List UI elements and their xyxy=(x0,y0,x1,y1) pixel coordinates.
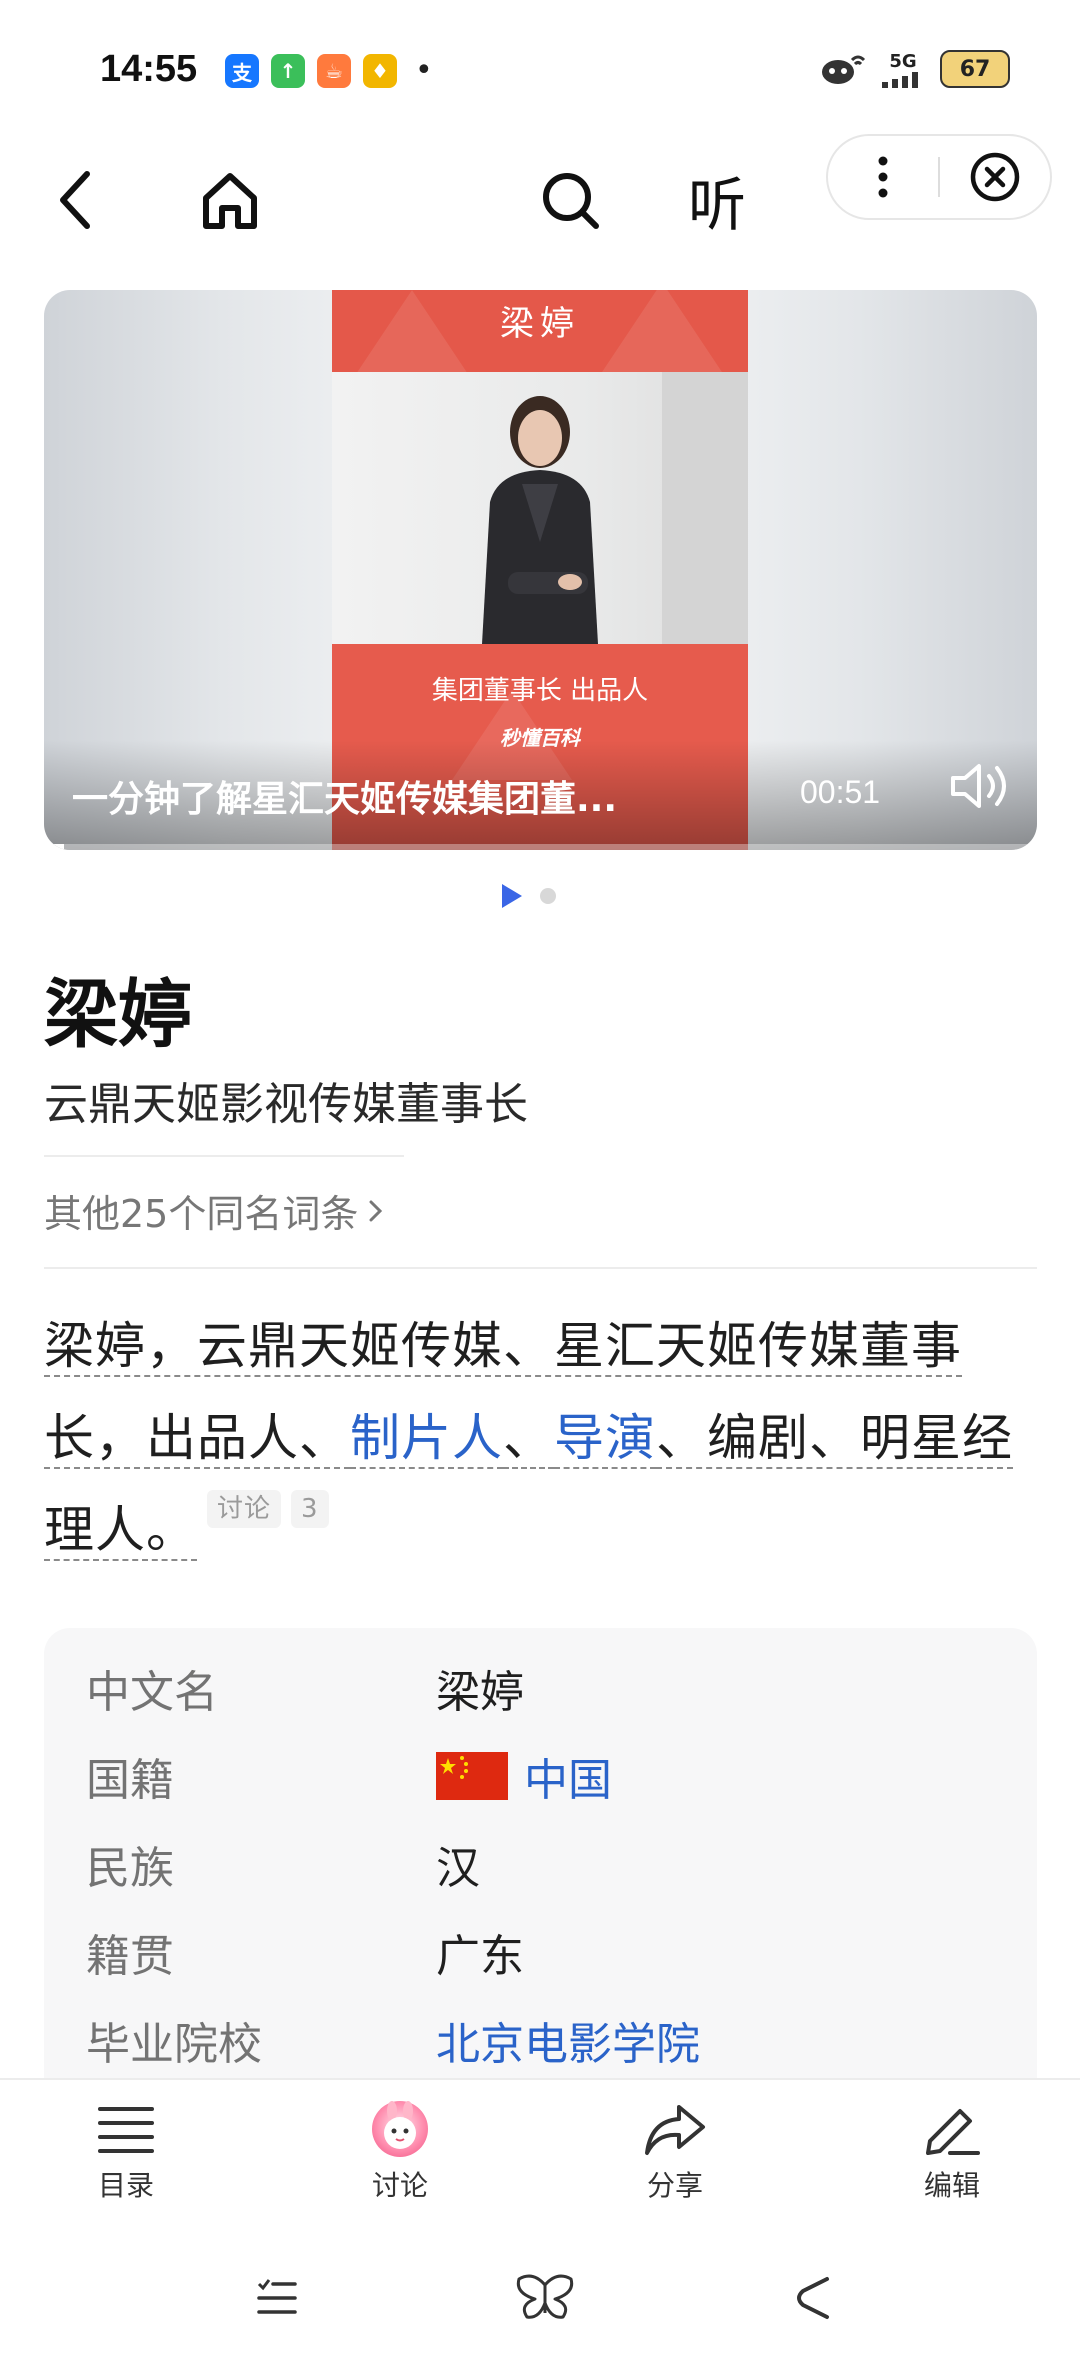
share-arrow-icon xyxy=(645,2105,705,2155)
edit-pencil-icon xyxy=(926,2109,980,2155)
status-time: 14:55 xyxy=(100,48,198,90)
person-photo xyxy=(482,372,748,644)
back-button[interactable] xyxy=(40,135,110,265)
chevron-right-icon xyxy=(369,1200,383,1221)
back-arrow-icon xyxy=(60,171,90,229)
status-bar: 14:55 支 ↑ ☕ ♦ • 5G 67 xyxy=(0,0,1080,140)
listen-label: 听 xyxy=(687,171,746,239)
volume-icon xyxy=(951,764,1006,808)
discuss-badge[interactable]: 讨论 xyxy=(207,1490,282,1528)
carousel-dot[interactable] xyxy=(540,888,556,904)
home-icon xyxy=(203,173,257,229)
info-label: 毕业院校 xyxy=(86,2019,262,2070)
mascot-face xyxy=(384,2101,416,2149)
info-row-ethnicity: 民族 汉 xyxy=(86,1824,480,1904)
info-label: 民族 xyxy=(86,1843,174,1894)
director-link[interactable]: 导演 xyxy=(554,1409,656,1469)
nationality-value: 中国 xyxy=(524,1755,612,1806)
video-duration: 00:51 xyxy=(800,774,881,810)
video-progress-track[interactable] xyxy=(44,844,1037,850)
battery-indicator: 67 xyxy=(940,50,1010,88)
search-icon xyxy=(543,173,599,229)
mini-program-capsule xyxy=(826,134,1052,220)
info-label: 籍贯 xyxy=(86,1931,174,1982)
status-app-icons: 支 ↑ ☕ ♦ • xyxy=(225,54,433,88)
info-row-native-place: 籍贯 广东 xyxy=(86,1912,524,1992)
nationality-link[interactable]: 中国 xyxy=(436,1744,612,1808)
poster-subtitle: 集团董事长 出品人 xyxy=(431,676,649,706)
catalog-list-icon xyxy=(98,2107,154,2153)
alipay-icon: 支 xyxy=(225,54,259,88)
close-circle-icon xyxy=(970,152,1020,202)
more-options-button[interactable] xyxy=(828,134,938,220)
carousel-indicator xyxy=(502,884,556,908)
same-name-label: 其他25个同名词条 xyxy=(44,1192,359,1236)
home-button[interactable] xyxy=(190,135,270,265)
info-value: 汉 xyxy=(436,1843,480,1894)
entry-title: 梁婷 xyxy=(44,972,192,1058)
section-divider xyxy=(44,1267,1037,1269)
school-link[interactable]: 北京电影学院 xyxy=(436,2008,700,2072)
signal-label: 5G xyxy=(889,50,917,72)
more-notifications-icon: • xyxy=(415,53,433,88)
signal-indicator: 5G xyxy=(880,51,926,88)
edit-label: 编辑 xyxy=(923,2169,980,2202)
same-name-entries-link[interactable]: 其他25个同名词条 xyxy=(44,1183,386,1238)
close-button[interactable] xyxy=(940,134,1050,220)
discuss-label: 讨论 xyxy=(371,2169,428,2202)
system-navigation-bar xyxy=(0,2228,1080,2373)
info-value: 广东 xyxy=(436,1931,524,1982)
discuss-button[interactable]: 讨论 xyxy=(310,2096,490,2216)
volume-button[interactable] xyxy=(939,746,1019,826)
info-label: 国籍 xyxy=(86,1755,174,1806)
upload-app-icon: ↑ xyxy=(271,54,305,88)
carousel-video-indicator[interactable] xyxy=(502,884,522,908)
info-value: 梁婷 xyxy=(436,1667,524,1718)
catalog-button[interactable]: 目录 xyxy=(36,2096,216,2216)
share-button[interactable]: 分享 xyxy=(585,2096,765,2216)
meal-app-icon: ☕ xyxy=(317,54,351,88)
summary-separator: 、 xyxy=(503,1409,554,1469)
more-vertical-icon xyxy=(878,156,888,198)
share-label: 分享 xyxy=(646,2169,703,2202)
diamond-app-icon: ♦ xyxy=(363,54,397,88)
producer-link[interactable]: 制片人 xyxy=(350,1409,503,1469)
discuss-mascot-icon xyxy=(372,2101,428,2157)
video-title: 一分钟了解星汇天姬传媒集团董... xyxy=(72,779,618,820)
discuss-count-badge[interactable]: 3 xyxy=(291,1490,329,1528)
bottom-toolbar: 目录 讨论 分享 编辑 xyxy=(0,2078,1080,2228)
catalog-label: 目录 xyxy=(97,2169,154,2202)
back-heart-icon xyxy=(797,2277,829,2319)
video-progress-fill xyxy=(44,844,64,850)
basic-info-box: 中文名 梁婷 国籍 中国 民族 汉 籍贯 广东 毕业院校 北京电影学院 xyxy=(44,1628,1037,2088)
poster-name: 梁婷 xyxy=(500,304,580,344)
system-home-button[interactable] xyxy=(500,2258,590,2338)
menu-lines-icon xyxy=(257,2279,297,2314)
poster-photo xyxy=(332,372,748,644)
signal-bars-icon xyxy=(882,71,918,88)
info-row-school: 毕业院校 北京电影学院 xyxy=(86,2000,700,2080)
video-player[interactable]: 梁婷 集团董事长 出品人 秒懂百科 一分钟了解星汇天姬传媒集团董... 00:5… xyxy=(44,290,1037,850)
status-right: 5G 67 xyxy=(820,50,1010,88)
china-flag-icon xyxy=(436,1752,508,1800)
butterfly-icon xyxy=(516,2274,574,2319)
system-back-button[interactable] xyxy=(768,2258,858,2338)
system-menu-button[interactable] xyxy=(232,2258,322,2338)
entry-subtitle: 云鼎天姬影视传媒董事长 xyxy=(44,1079,528,1130)
edit-button[interactable]: 编辑 xyxy=(862,2096,1042,2216)
mascot-wifi-icon xyxy=(822,55,866,84)
info-row-nationality: 国籍 中国 xyxy=(86,1736,612,1816)
listen-button[interactable]: 听 xyxy=(672,135,762,265)
info-row-chinese-name: 中文名 梁婷 xyxy=(86,1648,524,1728)
info-label: 中文名 xyxy=(86,1667,218,1718)
title-divider xyxy=(44,1155,404,1157)
search-button[interactable] xyxy=(530,135,610,265)
entry-summary: 梁婷，云鼎天姬传媒、星汇天姬传媒董事长，出品人、制片人、导演、编剧、明星经理人。… xyxy=(44,1300,1037,1576)
